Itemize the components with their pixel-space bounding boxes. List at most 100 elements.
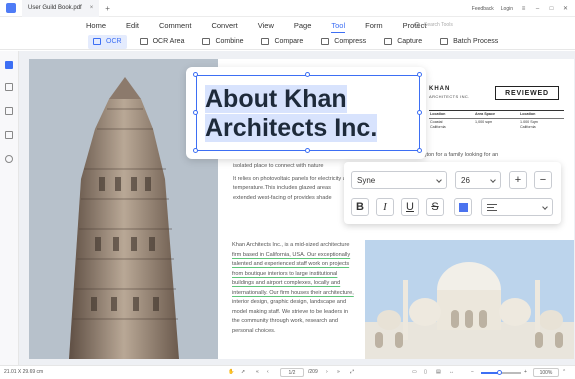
app-logo-icon — [6, 3, 16, 13]
brand-name: KHAN — [429, 86, 451, 92]
text-color-button[interactable] — [454, 198, 472, 216]
document-title[interactable]: About Khan Architects Inc. — [205, 85, 378, 143]
menu-bar: Home Edit Comment Convert View Page Tool… — [0, 17, 575, 34]
document-tab[interactable]: User Guild Book.pdf × — [22, 0, 100, 17]
compress-icon — [321, 38, 330, 45]
batch-process-icon — [440, 38, 449, 45]
compress-button[interactable]: Compress — [316, 35, 371, 49]
capture-icon — [384, 38, 393, 45]
mosque-illustration — [365, 240, 574, 359]
menu-tool[interactable]: Tool — [321, 17, 355, 34]
document-tab-label: User Guild Book.pdf — [28, 5, 82, 11]
about-paragraph[interactable]: Khan Architects Inc., is a mid-sized arc… — [232, 241, 362, 336]
menu-view[interactable]: View — [248, 17, 284, 34]
document-title-line2: Architects Inc. — [205, 114, 378, 142]
bold-button[interactable]: B — [351, 198, 369, 216]
brand-subtitle: ARCHITECTS INC. — [429, 94, 470, 99]
search-placeholder: Search Tools — [424, 22, 453, 28]
hand-tool-icon[interactable]: ✋ — [228, 369, 234, 375]
two-page-icon[interactable]: ▯ — [424, 369, 427, 375]
close-tab-icon[interactable]: × — [90, 5, 94, 11]
zoom-select[interactable]: 100% — [533, 368, 559, 377]
single-page-icon[interactable]: ▭ — [412, 369, 417, 375]
menu-icon[interactable]: ≡ — [520, 5, 527, 12]
decrease-font-button[interactable]: − — [534, 171, 552, 189]
resize-handle[interactable] — [193, 72, 198, 77]
collapse-icon[interactable]: ⌃ — [562, 369, 566, 375]
menu-edit[interactable]: Edit — [116, 17, 149, 34]
chevron-down-icon — [490, 177, 496, 183]
zoom-in-icon[interactable]: + — [524, 369, 527, 375]
capture-button[interactable]: Capture — [379, 35, 427, 49]
strikethrough-button[interactable]: S — [426, 198, 444, 216]
page-number-input[interactable]: 1/2 — [280, 368, 304, 377]
chevron-down-icon — [436, 177, 442, 183]
zoom-out-icon[interactable]: − — [471, 369, 474, 375]
compare-button[interactable]: Compare — [256, 35, 308, 49]
reviewed-stamp: REVIEWED — [495, 86, 559, 100]
alignment-select[interactable] — [481, 198, 553, 216]
chevron-down-icon — [542, 204, 548, 210]
ocr-area-button[interactable]: OCR Area — [135, 35, 190, 49]
title-bar: User Guild Book.pdf × + Feedback Login ≡… — [0, 0, 575, 17]
page-total: /209 — [308, 369, 318, 375]
info-table-cell: 1,000 sqm — [475, 120, 493, 124]
last-page-icon[interactable]: » — [337, 369, 340, 375]
attachment-icon[interactable] — [5, 131, 13, 139]
intro-paragraph-right: ington for a family looking for an — [419, 152, 499, 158]
close-window-icon[interactable]: ✕ — [562, 5, 569, 12]
info-table-header: Location — [429, 111, 474, 119]
first-page-icon[interactable]: « — [256, 369, 259, 375]
new-tab-button[interactable]: + — [105, 4, 110, 13]
prev-page-icon[interactable]: ‹ — [267, 369, 269, 375]
zoom-slider-knob[interactable] — [496, 370, 502, 375]
resize-handle[interactable] — [305, 72, 310, 77]
comment-icon[interactable] — [5, 107, 13, 115]
next-page-icon[interactable]: › — [326, 369, 328, 375]
search-tools-input[interactable]: Search Tools — [414, 19, 474, 31]
font-size-select[interactable]: 26 — [455, 171, 501, 189]
menu-comment[interactable]: Comment — [149, 17, 202, 34]
page-dimensions: 21.01 X 29.69 cm — [4, 369, 44, 375]
scroll-view-icon[interactable]: ▤ — [436, 369, 441, 375]
align-left-icon — [487, 203, 497, 211]
info-table-header: Area Space — [474, 111, 519, 119]
left-sidebar — [0, 51, 19, 365]
increase-font-button[interactable]: + — [509, 171, 527, 189]
resize-handle[interactable] — [417, 110, 422, 115]
color-swatch — [458, 202, 468, 212]
select-tool-icon[interactable]: ➚ — [241, 369, 245, 375]
tool-toolbar: OCR OCR Area Combine Compare Compress Ca… — [0, 34, 575, 50]
menu-home[interactable]: Home — [76, 17, 116, 34]
resize-handle[interactable] — [305, 148, 310, 153]
combine-icon — [202, 38, 211, 45]
info-table: Location Area Space Location Coastal Cal… — [429, 110, 564, 131]
compare-icon — [261, 38, 270, 45]
ocr-button[interactable]: OCR — [88, 34, 127, 49]
maximize-icon[interactable]: □ — [548, 5, 555, 12]
combine-button[interactable]: Combine — [197, 35, 248, 49]
login-link[interactable]: Login — [501, 6, 513, 12]
resize-handle[interactable] — [417, 72, 422, 77]
minimize-icon[interactable]: – — [534, 5, 541, 12]
zoom-slider[interactable] — [481, 370, 521, 375]
resize-handle[interactable] — [417, 148, 422, 153]
resize-handle[interactable] — [193, 110, 198, 115]
resize-handle[interactable] — [193, 148, 198, 153]
menu-convert[interactable]: Convert — [201, 17, 247, 34]
status-bar: 21.01 X 29.69 cm ✋ ➚ « ‹ 1/2 /209 › » ⤢ … — [0, 365, 575, 379]
menu-page[interactable]: Page — [284, 17, 322, 34]
fit-width-icon[interactable]: ↔ — [449, 369, 454, 375]
batch-process-button[interactable]: Batch Process — [435, 35, 503, 49]
font-family-select[interactable]: Syne — [351, 171, 447, 189]
thumbnails-icon[interactable] — [5, 61, 13, 69]
fit-page-icon[interactable]: ⤢ — [350, 369, 354, 375]
feedback-link[interactable]: Feedback — [472, 6, 494, 12]
search-panel-icon[interactable] — [5, 155, 13, 163]
underline-button[interactable]: U — [401, 198, 419, 216]
menu-form[interactable]: Form — [355, 17, 393, 34]
bookmark-icon[interactable] — [5, 83, 13, 91]
ocr-area-icon — [139, 38, 148, 45]
italic-button[interactable]: I — [376, 198, 394, 216]
ocr-icon — [93, 38, 101, 45]
